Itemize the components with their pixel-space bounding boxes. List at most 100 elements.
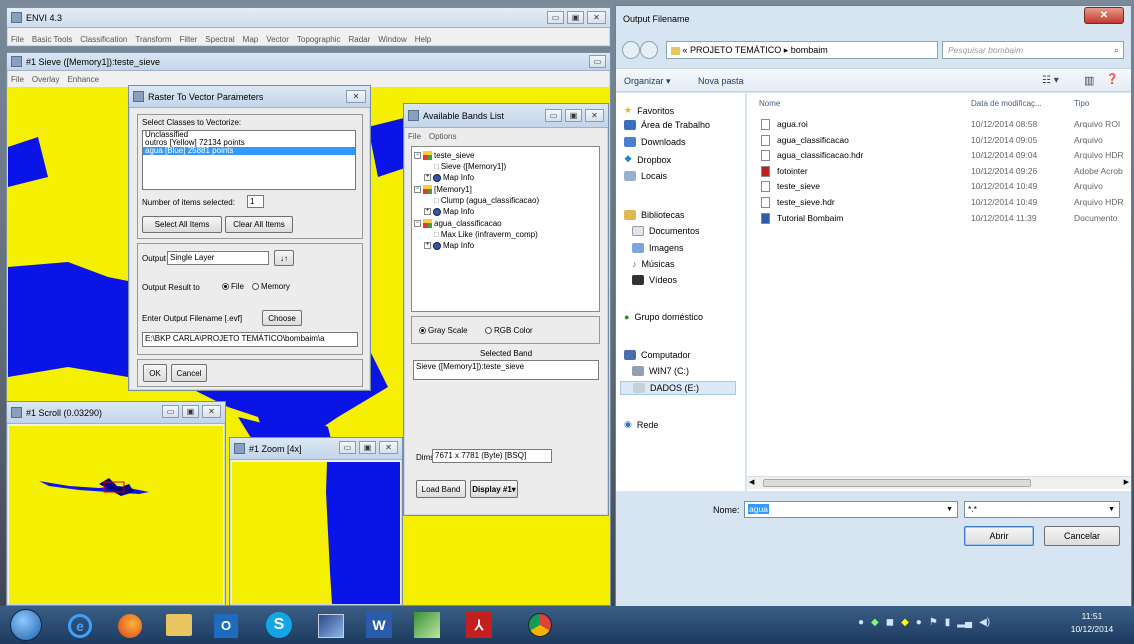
menu-enhance[interactable]: Enhance (67, 75, 99, 84)
toggle-arrows-button[interactable]: ↓↑ (274, 250, 294, 266)
start-button[interactable] (10, 609, 42, 641)
minimize-button[interactable]: ▭ (339, 441, 356, 454)
cancel-button[interactable]: Cancel (171, 364, 207, 382)
taskbar-skype-icon[interactable]: S (266, 612, 292, 638)
taskbar-word-icon[interactable]: W (366, 612, 392, 638)
help-icon[interactable]: ❓ (1106, 74, 1118, 85)
network-icon[interactable]: ▂▄ (957, 617, 972, 633)
maximize-button[interactable]: ▣ (565, 109, 582, 122)
organize-button[interactable]: Organizar ▾ (624, 76, 671, 87)
select-all-button[interactable]: Select All Items (142, 216, 222, 233)
cancel-button[interactable]: Cancelar (1044, 526, 1120, 546)
menu-topographic[interactable]: Topographic (297, 35, 341, 44)
scroll-left-arrow[interactable]: ◀ (749, 478, 754, 486)
menu-help[interactable]: Help (415, 35, 431, 44)
menu-file[interactable]: File (11, 75, 24, 84)
taskbar-ie-icon[interactable]: e (68, 614, 92, 638)
nav-network[interactable]: ◉ Rede (624, 419, 658, 430)
file-row[interactable]: agua_classificacao 10/12/2014 09:05 Arquiv… (747, 133, 1131, 147)
tray-icon[interactable]: ◆ (901, 617, 909, 633)
taskbar-acrobat-icon[interactable]: ⅄ (466, 612, 492, 638)
scroll-image[interactable] (9, 426, 223, 604)
tray-icon[interactable]: ◆ (871, 617, 879, 633)
display-button[interactable]: Display #1 ▾ (470, 480, 518, 498)
breadcrumb[interactable]: « PROJETO TEMÁTICO ▸ bombaim (666, 41, 938, 59)
nav-videos[interactable]: Vídeos (632, 275, 677, 285)
tray-icon[interactable]: ● (916, 617, 922, 633)
taskbar-envi-icon[interactable] (318, 614, 344, 638)
menu-filter[interactable]: Filter (180, 35, 198, 44)
column-date[interactable]: Data de modificaç... (971, 99, 1042, 108)
maximize-button[interactable]: ▣ (182, 405, 199, 418)
nav-dropbox[interactable]: ❖ Dropbox (624, 154, 671, 165)
minimize-button[interactable]: ▭ (162, 405, 179, 418)
radio-rgb-color[interactable]: RGB Color (485, 326, 533, 335)
column-type[interactable]: Tipo (1074, 99, 1089, 108)
menu-options[interactable]: Options (429, 132, 457, 141)
nav-computer[interactable]: Computador (624, 350, 691, 360)
nav-drive-c[interactable]: WIN7 (C:) (632, 366, 689, 376)
radio-gray-scale[interactable]: Gray Scale (419, 326, 468, 335)
ok-button[interactable]: OK (143, 364, 167, 382)
horizontal-scrollbar[interactable]: ◀ ▶ (747, 476, 1131, 489)
output-type-field[interactable]: Single Layer (167, 251, 269, 265)
breadcrumb-item[interactable]: bombaim (791, 45, 828, 55)
new-folder-button[interactable]: Nova pasta (698, 76, 744, 86)
nav-downloads[interactable]: Downloads (624, 137, 686, 147)
file-row[interactable]: Tutorial Bombaim 10/12/2014 11:39 Document… (747, 211, 1131, 225)
classes-list[interactable]: Unclassified outros [Yellow] 72134 point… (142, 130, 356, 190)
nav-libraries[interactable]: Bibliotecas (624, 210, 685, 220)
tray-icon[interactable]: ◼ (886, 617, 894, 633)
view-options-icon[interactable]: ☷ ▾ (1042, 75, 1059, 86)
menu-transform[interactable]: Transform (135, 35, 171, 44)
back-button[interactable] (622, 41, 640, 59)
menu-classification[interactable]: Classification (80, 35, 127, 44)
taskbar-outlook-icon[interactable]: O (214, 614, 238, 638)
tree-node[interactable]: − agua_classificacao (414, 219, 502, 228)
menu-map[interactable]: Map (243, 35, 259, 44)
nav-desktop[interactable]: Área de Trabalho (624, 120, 710, 130)
minimize-button[interactable]: ▭ (547, 11, 564, 24)
load-band-button[interactable]: Load Band (416, 480, 466, 498)
taskbar-chrome-icon[interactable] (528, 613, 552, 637)
scrollbar-thumb[interactable] (763, 479, 1031, 487)
tree-node[interactable]: + Map Info (424, 173, 474, 182)
minimize-button[interactable]: ▭ (589, 55, 606, 68)
maximize-button[interactable]: ▣ (567, 11, 584, 24)
menu-window[interactable]: Window (378, 35, 406, 44)
taskbar-explorer-icon[interactable] (166, 614, 192, 636)
menu-radar[interactable]: Radar (349, 35, 371, 44)
tree-node[interactable]: □ Max Like (infraverm_comp) (434, 230, 538, 239)
choose-button[interactable]: Choose (262, 310, 302, 326)
scroll-right-arrow[interactable]: ▶ (1124, 478, 1129, 486)
menu-vector[interactable]: Vector (266, 35, 289, 44)
taskbar-app-icon[interactable] (414, 612, 440, 638)
nav-drive-e[interactable]: DADOS (E:) (620, 381, 736, 395)
file-row[interactable]: teste_sieve.hdr 10/12/2014 10:49 Arquivo H… (747, 195, 1131, 209)
filename-input[interactable]: agua ▼ (744, 501, 958, 518)
search-input[interactable]: Pesquisar bombaim ⌕ (942, 41, 1124, 59)
close-button[interactable]: ✕ (587, 11, 606, 24)
close-button[interactable]: ✕ (585, 109, 604, 122)
tree-node[interactable]: − [Memory1] (414, 185, 472, 194)
volume-icon[interactable]: ◀) (979, 617, 990, 633)
nav-favorites[interactable]: ★ Favoritos (624, 105, 674, 116)
maximize-button[interactable]: ▣ (359, 441, 376, 454)
open-button[interactable]: Abrir (964, 526, 1034, 546)
zoom-image[interactable] (232, 462, 400, 604)
tree-node[interactable]: + Map Info (424, 207, 474, 216)
nav-images[interactable]: Imagens (632, 243, 684, 253)
radio-memory[interactable]: Memory (252, 282, 290, 291)
file-row[interactable]: agua.roi 10/12/2014 08:58 Arquivo ROI (747, 117, 1131, 131)
menu-file[interactable]: File (11, 35, 24, 44)
tray-icon[interactable]: ● (858, 617, 864, 633)
tree-node[interactable]: + Map Info (424, 241, 474, 250)
tree-node[interactable]: □ Clump (agua_classificacao) (434, 196, 539, 205)
close-button[interactable]: ✕ (379, 441, 398, 454)
tray-icon[interactable]: ⚑ (929, 617, 938, 633)
nav-documents[interactable]: Documentos (632, 226, 700, 236)
menu-spectral[interactable]: Spectral (205, 35, 234, 44)
minimize-button[interactable]: ▭ (545, 109, 562, 122)
close-button[interactable]: ✕ (346, 90, 366, 103)
close-button[interactable]: ✕ (1084, 7, 1124, 24)
